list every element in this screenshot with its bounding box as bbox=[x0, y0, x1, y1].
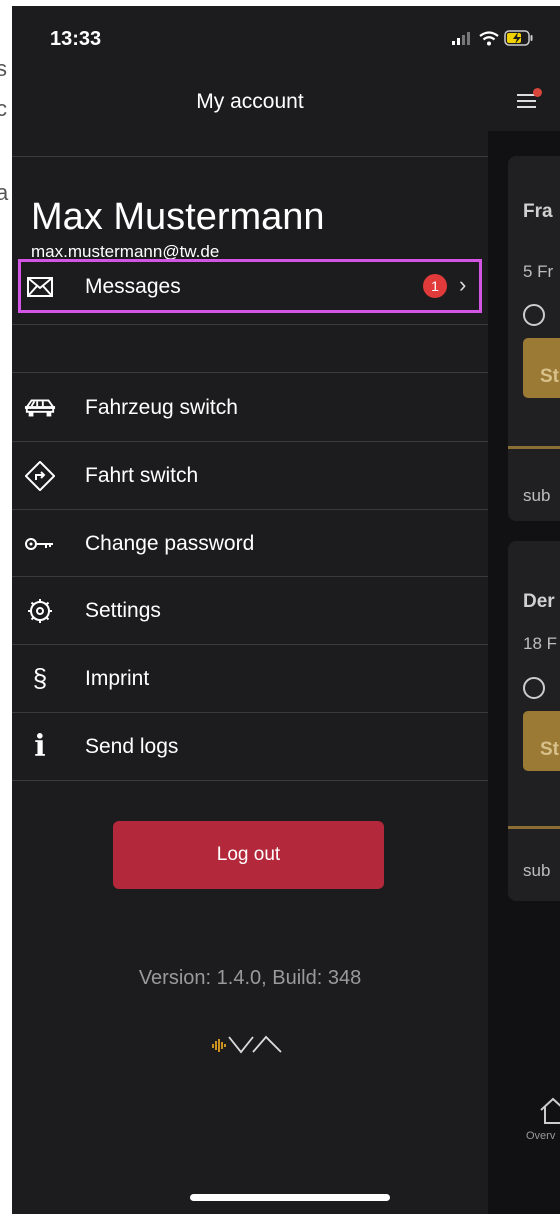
menu-label: Change password bbox=[85, 531, 255, 555]
menu-item-imprint[interactable]: § Imprint bbox=[12, 645, 488, 712]
unread-badge: 1 bbox=[423, 274, 447, 298]
version-info: Version: 1.4.0, Build: 348 bbox=[138, 967, 362, 989]
card-footer: sub bbox=[523, 486, 551, 505]
home-nav-icon[interactable] bbox=[538, 1096, 560, 1126]
menu-label: Send logs bbox=[85, 734, 179, 758]
wifi-icon bbox=[479, 30, 499, 45]
messages-row[interactable]: Messages 1 › bbox=[12, 253, 488, 320]
hamburger-menu-icon[interactable] bbox=[517, 88, 542, 112]
menu-item-fahrt-switch[interactable]: Fahrt switch bbox=[12, 442, 488, 509]
page-title: My account bbox=[196, 90, 304, 113]
menu-label: Fahrt switch bbox=[85, 463, 199, 487]
menu-label: Settings bbox=[85, 598, 161, 622]
logout-button[interactable]: Log out bbox=[113, 821, 384, 889]
menu-item-change-password[interactable]: Change password bbox=[12, 510, 488, 577]
background-text-strip: s c a bbox=[0, 0, 12, 1214]
gear-icon bbox=[24, 597, 56, 625]
card-title: Der bbox=[523, 591, 555, 612]
divider bbox=[508, 826, 560, 829]
route-turn-icon bbox=[24, 460, 56, 491]
messages-label: Messages bbox=[85, 274, 181, 298]
background-card: Der 18 F St sub bbox=[508, 541, 560, 901]
divider bbox=[12, 324, 488, 325]
battery-charging-icon bbox=[504, 30, 533, 46]
divider bbox=[12, 372, 488, 373]
clock-icon bbox=[523, 677, 545, 699]
card-footer: sub bbox=[523, 861, 551, 880]
account-drawer: 13:33 My account Max Mustermann max.must… bbox=[12, 6, 533, 1214]
brand-logo-icon bbox=[212, 1035, 282, 1054]
start-button-label: St bbox=[540, 366, 559, 387]
card-title: Fra bbox=[523, 201, 553, 222]
home-indicator[interactable] bbox=[190, 1194, 390, 1201]
background-page: Fra 5 Fr St sub Der 18 F St sub Overv bbox=[488, 6, 560, 1214]
menu-item-settings[interactable]: Settings bbox=[12, 577, 488, 644]
background-fragment: s bbox=[0, 56, 7, 81]
start-button-label: St bbox=[540, 739, 559, 760]
clock-icon bbox=[523, 304, 545, 326]
car-icon bbox=[24, 394, 56, 422]
section-sign-icon: § bbox=[32, 663, 48, 693]
notification-dot-icon bbox=[533, 88, 542, 97]
background-fragment: c bbox=[0, 96, 7, 121]
card-date: 18 F bbox=[523, 634, 558, 653]
signal-icon bbox=[452, 32, 470, 45]
info-icon: i bbox=[34, 729, 46, 764]
key-icon bbox=[24, 530, 56, 558]
status-icons bbox=[452, 28, 534, 48]
menu-item-fahrzeug-switch[interactable]: Fahrzeug switch bbox=[12, 374, 488, 441]
nav-overview-label: Overv bbox=[526, 1130, 556, 1142]
menu-label: Imprint bbox=[85, 666, 150, 690]
divider bbox=[508, 446, 560, 449]
menu-label: Fahrzeug switch bbox=[85, 395, 238, 419]
envelope-icon bbox=[24, 273, 56, 301]
background-fragment: a bbox=[0, 180, 9, 205]
card-date: 5 Fr bbox=[523, 262, 554, 281]
background-header bbox=[488, 6, 560, 131]
user-name: Max Mustermann bbox=[31, 196, 325, 238]
background-card: Fra 5 Fr St sub bbox=[508, 156, 560, 521]
phone-screen: Fra 5 Fr St sub Der 18 F St sub Overv 13… bbox=[12, 6, 560, 1214]
status-time: 13:33 bbox=[50, 28, 102, 50]
chevron-right-icon: › bbox=[459, 272, 467, 297]
divider bbox=[12, 780, 488, 781]
menu-item-send-logs[interactable]: i Send logs bbox=[12, 713, 488, 780]
divider bbox=[12, 156, 488, 157]
